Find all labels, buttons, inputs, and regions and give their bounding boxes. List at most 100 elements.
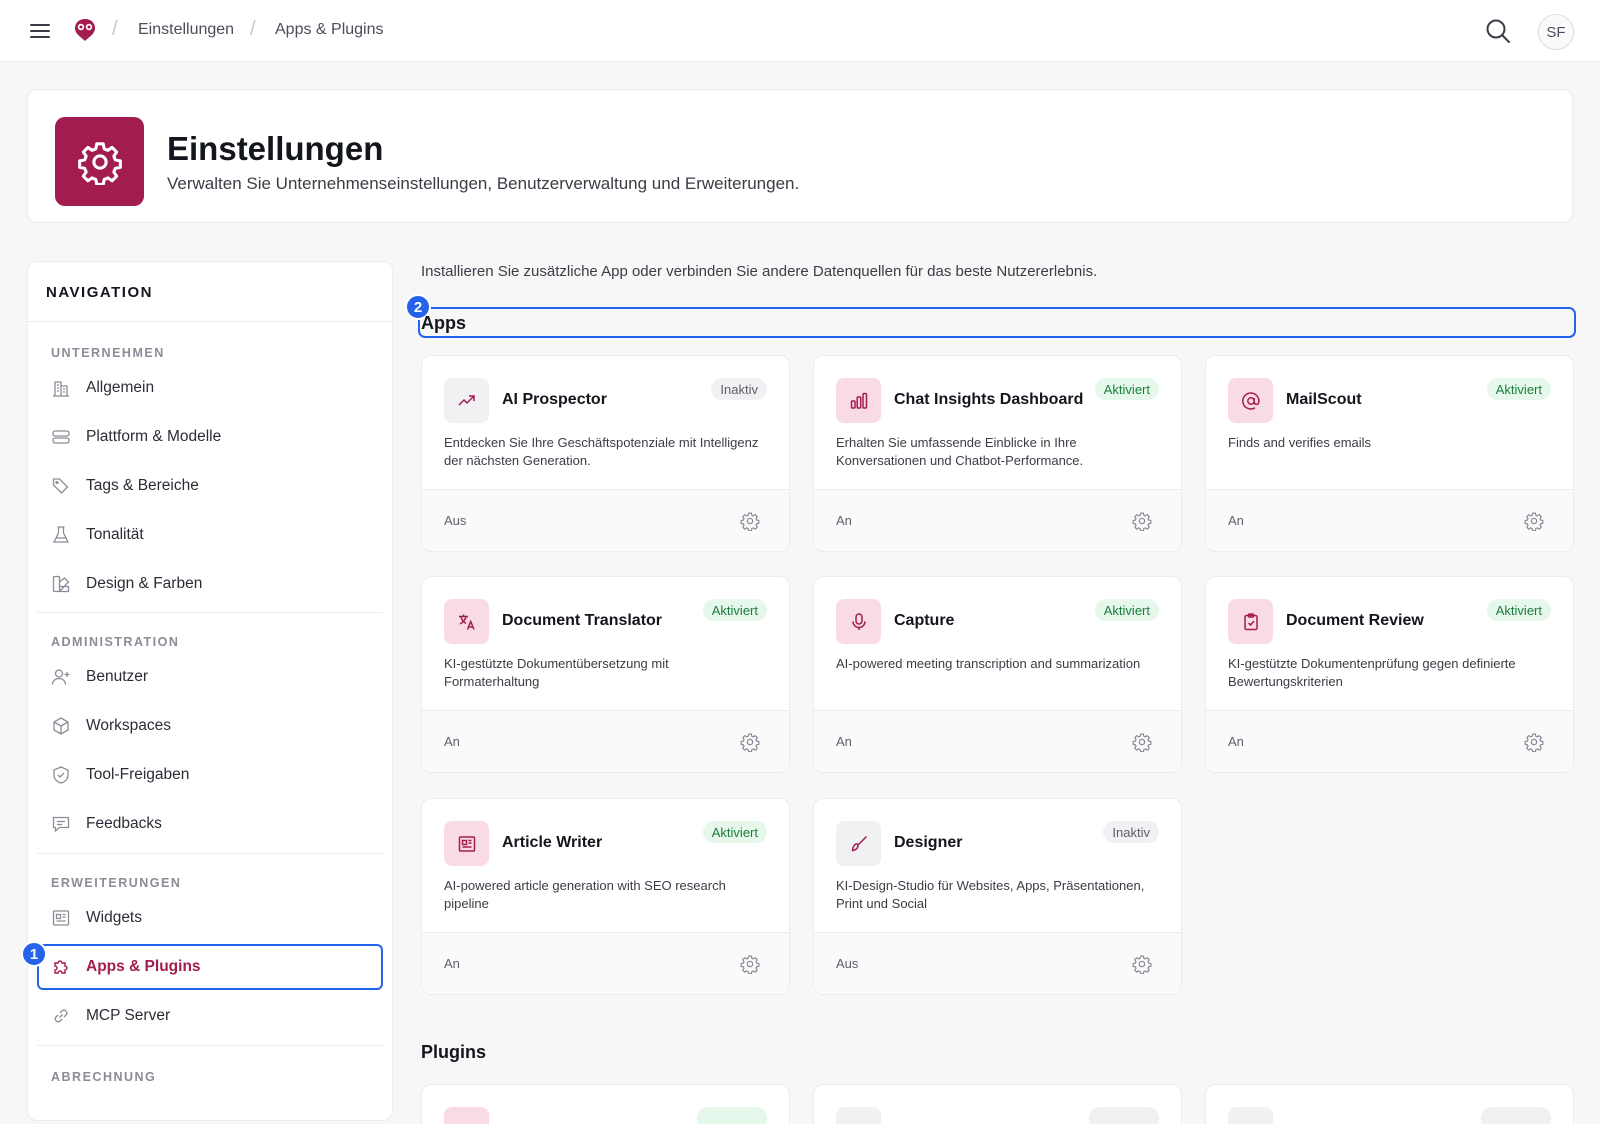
trend-up-icon <box>457 394 475 406</box>
bar-chart-icon <box>850 392 867 409</box>
clipboard-check-icon <box>1243 612 1258 630</box>
page-header: Einstellungen Verwalten Sie Unternehmens… <box>27 89 1573 223</box>
app-description: Finds and verifies emails <box>1228 435 1372 450</box>
app-description: KI-gestützte Dokumentenprüfung gegen def… <box>1228 656 1516 689</box>
app-state: An <box>444 734 460 749</box>
app-icon-tile <box>836 821 881 866</box>
gear-icon[interactable] <box>740 954 760 974</box>
gear-icon[interactable] <box>1524 511 1544 531</box>
translate-icon <box>458 614 475 630</box>
card-footer: An <box>1206 710 1573 772</box>
card-footer: An <box>422 932 789 994</box>
sidebar-item-label: Plattform & Modelle <box>86 428 222 445</box>
gear-icon <box>77 141 122 185</box>
divider <box>37 1045 383 1046</box>
section-label-unternehmen: UNTERNEHMEN <box>51 346 165 360</box>
app-icon-tile <box>836 378 881 423</box>
newspaper-icon <box>458 835 475 852</box>
app-card-mailscout[interactable]: MailScout Aktiviert Finds and verifies e… <box>1205 355 1574 552</box>
gear-icon[interactable] <box>740 511 760 531</box>
apps-section-title: Apps <box>421 313 466 333</box>
app-description: Erhalten Sie umfassende Einblicke in Ihr… <box>836 435 1084 468</box>
gear-icon[interactable] <box>740 732 760 752</box>
marker-1: 1 <box>21 941 47 967</box>
sidebar-item-feedbacks[interactable]: Feedbacks <box>37 801 383 847</box>
sidebar-item-widgets[interactable]: Widgets <box>37 895 383 941</box>
status-badge: Aktiviert <box>1094 378 1159 400</box>
sidebar-item-benutzer[interactable]: Benutzer <box>37 654 383 700</box>
status-badge <box>1089 1107 1159 1124</box>
gear-icon[interactable] <box>1524 732 1544 752</box>
app-name: AI Prospector <box>502 391 607 408</box>
app-name: Document Translator <box>502 612 663 629</box>
app-card-document-review[interactable]: Document Review Aktiviert KI-gestützte D… <box>1205 576 1574 773</box>
app-state: Aus <box>444 513 467 528</box>
shield-check-icon <box>53 766 69 784</box>
sidebar-item-plattform-modelle[interactable]: Plattform & Modelle <box>37 414 383 460</box>
plugin-card[interactable] <box>1205 1084 1574 1124</box>
app-name: MailScout <box>1286 391 1362 408</box>
status-badge: Aktiviert <box>702 821 767 843</box>
owl-logo-icon[interactable] <box>72 17 98 43</box>
status-badge: Inaktiv <box>1103 821 1159 843</box>
app-card-ai-prospector[interactable]: AI Prospector Inaktiv Entdecken Sie Ihre… <box>421 355 790 552</box>
page-subtitle: Verwalten Sie Unternehmenseinstellungen,… <box>167 174 800 193</box>
status-badge: Aktiviert <box>1094 599 1159 621</box>
header-settings-tile <box>55 117 144 206</box>
card-footer: An <box>814 710 1181 772</box>
flask-icon <box>52 526 70 543</box>
gear-icon[interactable] <box>1132 732 1152 752</box>
app-card-article-writer[interactable]: Article Writer Aktiviert AI-powered arti… <box>421 798 790 995</box>
breadcrumb-einstellungen[interactable]: Einstellungen <box>138 21 234 39</box>
cube-icon <box>53 717 69 735</box>
sidebar-item-label: Feedbacks <box>86 815 162 832</box>
breadcrumb-separator: / <box>112 18 118 40</box>
plugin-icon-tile <box>444 1107 489 1124</box>
app-card-document-translator[interactable]: Document Translator Aktiviert KI-gestütz… <box>421 576 790 773</box>
user-avatar[interactable]: SF <box>1538 14 1574 50</box>
app-name: Designer <box>894 834 963 851</box>
sidebar-item-label: Apps & Plugins <box>86 958 201 975</box>
status-badge: Aktiviert <box>1486 599 1551 621</box>
at-sign-icon <box>1241 391 1260 410</box>
sidebar-item-tonalitaet[interactable]: Tonalität <box>37 512 383 558</box>
sidebar-item-label: Benutzer <box>86 668 149 685</box>
sidebar-item-label: Widgets <box>86 909 142 926</box>
page-title: Einstellungen <box>167 130 384 167</box>
palette-icon <box>52 575 70 593</box>
search-icon[interactable] <box>1484 17 1512 45</box>
app-description: KI-gestützte Dokumentübersetzung mit For… <box>444 656 669 689</box>
status-badge: Aktiviert <box>1486 378 1551 400</box>
sidebar-item-allgemein[interactable]: Allgemein <box>37 365 383 411</box>
app-icon-tile <box>1228 378 1273 423</box>
menu-icon[interactable] <box>28 21 52 41</box>
card-footer: Aus <box>814 932 1181 994</box>
app-card-designer[interactable]: Designer Inaktiv KI-Design-Studio für We… <box>813 798 1182 995</box>
app-state: An <box>1228 513 1244 528</box>
plugin-card[interactable] <box>813 1084 1182 1124</box>
plugin-card[interactable] <box>421 1084 790 1124</box>
gear-icon[interactable] <box>1132 954 1152 974</box>
app-state: An <box>836 513 852 528</box>
sidebar-item-tags-bereiche[interactable]: Tags & Bereiche <box>37 463 383 509</box>
app-state: Aus <box>836 956 859 971</box>
sidebar-item-design-farben[interactable]: Design & Farben <box>37 561 383 607</box>
brush-icon <box>851 835 867 851</box>
sidebar-item-label: MCP Server <box>86 1007 171 1024</box>
sidebar-item-apps-plugins[interactable]: Apps & Plugins <box>37 944 383 990</box>
divider <box>37 612 383 613</box>
sidebar-item-mcp-server[interactable]: MCP Server <box>37 993 383 1039</box>
section-label-erweiterungen: ERWEITERUNGEN <box>51 876 182 890</box>
plugin-icon-tile <box>1228 1107 1273 1124</box>
sidebar-item-label: Tags & Bereiche <box>86 477 199 494</box>
sidebar-item-tool-freigaben[interactable]: Tool-Freigaben <box>37 752 383 798</box>
sidebar-item-workspaces[interactable]: Workspaces <box>37 703 383 749</box>
plugins-section-title: Plugins <box>421 1042 487 1062</box>
app-icon-tile <box>1228 599 1273 644</box>
app-description: Entdecken Sie Ihre Geschäftspotenziale m… <box>444 435 759 468</box>
gear-icon[interactable] <box>1132 511 1152 531</box>
status-badge: Inaktiv <box>711 378 767 400</box>
app-card-capture[interactable]: Capture Aktiviert AI-powered meeting tra… <box>813 576 1182 773</box>
app-card-chat-insights-dashboard[interactable]: Chat Insights Dashboard Aktiviert Erhalt… <box>813 355 1182 552</box>
breadcrumb-apps-plugins[interactable]: Apps & Plugins <box>275 21 384 39</box>
